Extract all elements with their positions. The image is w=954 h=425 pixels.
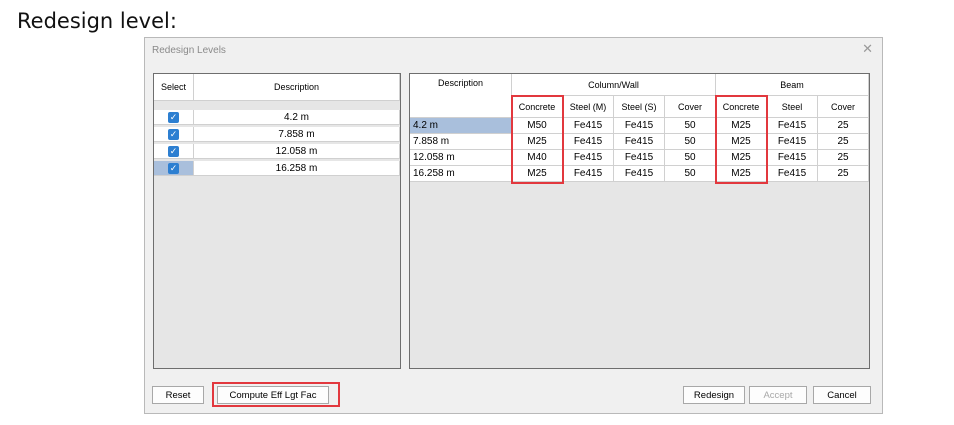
accept-button[interactable]: Accept (749, 386, 807, 404)
checkbox-checked-icon[interactable]: ✓ (168, 111, 179, 123)
row-description[interactable]: 16.258 m (410, 166, 512, 182)
column-steel-m-cell[interactable]: Fe415 (563, 134, 614, 150)
beam-cover-cell[interactable]: 25 (818, 118, 869, 134)
column-concrete-highlight (511, 95, 564, 184)
level-description: 16.258 m (194, 161, 400, 176)
checkbox-checked-icon[interactable]: ✓ (168, 128, 179, 140)
description-column-header: Description (410, 74, 512, 118)
column-steel-m-header: Steel (M) (563, 96, 614, 118)
beam-cover-cell[interactable]: 25 (818, 166, 869, 182)
column-cover-header: Cover (665, 96, 716, 118)
column-cover-cell[interactable]: 50 (665, 166, 716, 182)
level-select-grid: Select Description ✓ 4.2 m ✓ 7.858 m ✓ 1… (153, 73, 401, 369)
row-description[interactable]: 4.2 m (410, 118, 512, 134)
select-column-header: Select (154, 74, 194, 101)
material-grid: Description Column/Wall Beam Concrete St… (409, 73, 870, 369)
column-cover-cell[interactable]: 50 (665, 134, 716, 150)
page-heading: Redesign level: (17, 9, 177, 33)
level-description: 4.2 m (194, 110, 400, 125)
column-steel-m-cell[interactable]: Fe415 (563, 150, 614, 166)
cancel-button[interactable]: Cancel (813, 386, 871, 404)
column-wall-group-header: Column/Wall (512, 74, 716, 96)
close-icon[interactable]: ✕ (862, 41, 873, 57)
description-column-header: Description (194, 74, 400, 101)
beam-steel-cell[interactable]: Fe415 (767, 118, 818, 134)
beam-cover-cell[interactable]: 25 (818, 150, 869, 166)
beam-cover-header: Cover (818, 96, 869, 118)
beam-cover-cell[interactable]: 25 (818, 134, 869, 150)
column-steel-s-cell[interactable]: Fe415 (614, 118, 665, 134)
level-checkbox-cell[interactable]: ✓ (154, 110, 194, 125)
column-steel-m-cell[interactable]: Fe415 (563, 166, 614, 182)
dialog-title: Redesign Levels (152, 45, 226, 56)
column-steel-m-cell[interactable]: Fe415 (563, 118, 614, 134)
beam-concrete-highlight (715, 95, 768, 184)
beam-steel-cell[interactable]: Fe415 (767, 134, 818, 150)
column-steel-s-cell[interactable]: Fe415 (614, 166, 665, 182)
redesign-button[interactable]: Redesign (683, 386, 745, 404)
beam-group-header: Beam (716, 74, 869, 96)
column-steel-s-header: Steel (S) (614, 96, 665, 118)
row-description[interactable]: 7.858 m (410, 134, 512, 150)
level-description: 7.858 m (194, 127, 400, 142)
beam-steel-header: Steel (767, 96, 818, 118)
column-steel-s-cell[interactable]: Fe415 (614, 150, 665, 166)
column-cover-cell[interactable]: 50 (665, 150, 716, 166)
level-description: 12.058 m (194, 144, 400, 159)
beam-steel-cell[interactable]: Fe415 (767, 150, 818, 166)
column-cover-cell[interactable]: 50 (665, 118, 716, 134)
redesign-levels-dialog: Redesign Levels ✕ Select Description ✓ 4… (144, 37, 883, 414)
level-checkbox-cell[interactable]: ✓ (154, 161, 194, 176)
checkbox-checked-icon[interactable]: ✓ (168, 162, 179, 174)
row-description[interactable]: 12.058 m (410, 150, 512, 166)
column-steel-s-cell[interactable]: Fe415 (614, 134, 665, 150)
level-checkbox-cell[interactable]: ✓ (154, 144, 194, 159)
level-checkbox-cell[interactable]: ✓ (154, 127, 194, 142)
beam-steel-cell[interactable]: Fe415 (767, 166, 818, 182)
compute-button-highlight (212, 382, 340, 407)
reset-button[interactable]: Reset (152, 386, 204, 404)
checkbox-checked-icon[interactable]: ✓ (168, 145, 179, 157)
